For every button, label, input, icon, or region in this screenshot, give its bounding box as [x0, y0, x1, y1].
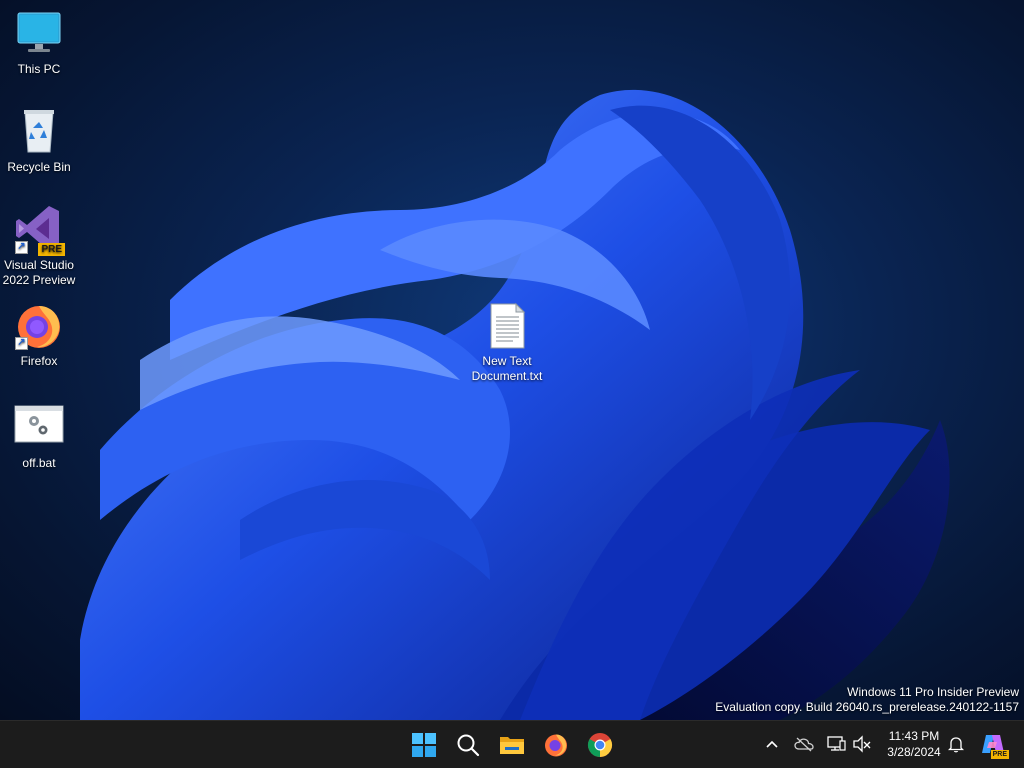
start-button[interactable]	[404, 725, 444, 765]
onedrive-button[interactable]	[791, 731, 817, 757]
pre-badge: PRE	[38, 243, 65, 256]
firefox-icon: ↗	[13, 300, 65, 352]
desktop-icon-new-text-document[interactable]: New Text Document.txt	[468, 300, 546, 384]
desktop-icon-label: Firefox	[20, 354, 58, 368]
taskbar: 11:43 PM 3/28/2024 PRE	[0, 720, 1024, 768]
windows-start-icon	[412, 733, 436, 757]
desktop-icon-label: This PC	[17, 62, 61, 76]
desktop-icon-label: Recycle Bin	[7, 160, 71, 174]
bell-icon	[948, 737, 964, 753]
show-hidden-icons-button[interactable]	[759, 731, 785, 757]
desktop-icon-off-bat[interactable]: off.bat	[0, 402, 78, 471]
clock-time: 11:43 PM	[888, 729, 940, 743]
copilot-pre-badge: PRE	[990, 750, 1009, 759]
recycle-bin-icon	[13, 106, 65, 158]
watermark-build: Evaluation copy. Build 26040.rs_prerelea…	[715, 700, 1019, 714]
desktop-icon-this-pc[interactable]: This PC	[0, 8, 78, 77]
desktop-icon-label: off.bat	[22, 456, 56, 470]
desktop-icon-visual-studio[interactable]: PRE ↗ Visual Studio 2022 Preview	[0, 204, 78, 288]
volume-button[interactable]	[849, 731, 875, 757]
desktop[interactable]: This PC Recycle Bin PRE ↗ Visual Studio …	[0, 0, 1024, 720]
chrome-icon	[587, 733, 613, 757]
desktop-icon-firefox[interactable]: ↗ Firefox	[0, 300, 78, 369]
text-file-icon	[481, 300, 533, 352]
clock-date: 3/28/2024	[887, 745, 941, 759]
network-icon	[827, 736, 846, 751]
network-button[interactable]	[823, 731, 849, 757]
copilot-button[interactable]: PRE	[978, 731, 1009, 759]
desktop-icon-label: New Text Document.txt	[471, 354, 543, 383]
firefox-icon	[545, 734, 567, 757]
clock[interactable]: 11:43 PM 3/28/2024	[879, 728, 949, 760]
volume-muted-icon	[853, 735, 871, 753]
monitor-icon	[13, 8, 65, 60]
batch-file-icon	[13, 402, 65, 454]
search-button[interactable]	[448, 725, 488, 765]
cloud-offline-icon	[794, 737, 814, 752]
chevron-up-icon	[766, 740, 778, 748]
shortcut-arrow-icon: ↗	[15, 337, 28, 350]
firefox-taskbar-button[interactable]	[536, 725, 576, 765]
search-icon	[457, 734, 480, 757]
file-explorer-button[interactable]	[492, 725, 532, 765]
desktop-icon-recycle-bin[interactable]: Recycle Bin	[0, 106, 78, 175]
visual-studio-icon: PRE ↗	[13, 204, 65, 256]
folder-icon	[500, 737, 524, 754]
chrome-taskbar-button[interactable]	[580, 725, 620, 765]
desktop-icon-label: Visual Studio 2022 Preview	[2, 258, 76, 287]
watermark-edition: Windows 11 Pro Insider Preview	[847, 685, 1019, 699]
notifications-button[interactable]	[943, 731, 969, 757]
shortcut-arrow-icon: ↗	[15, 241, 28, 254]
